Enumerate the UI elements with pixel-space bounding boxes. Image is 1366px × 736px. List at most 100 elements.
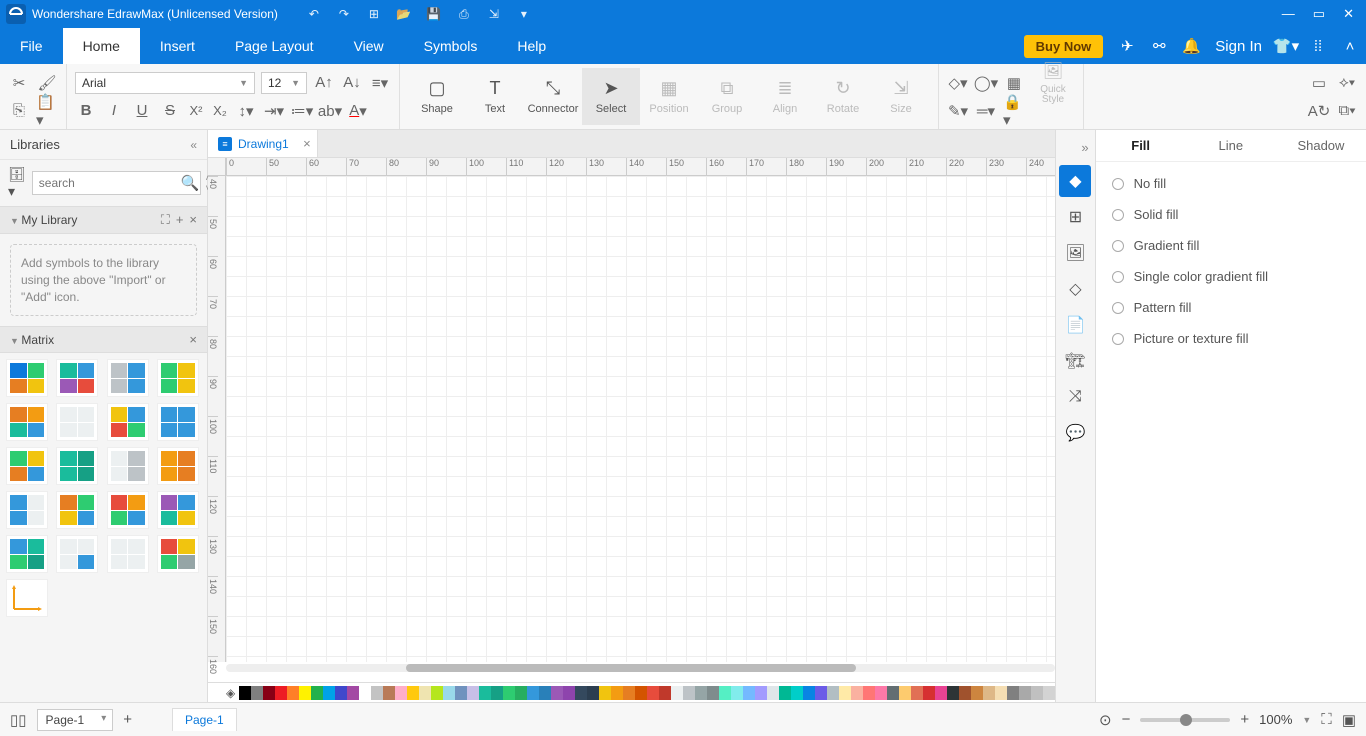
outline-view-icon[interactable]: ▯▯ (10, 711, 27, 729)
color-swatch[interactable] (971, 686, 983, 700)
font-color-icon[interactable]: A▾ (347, 100, 369, 122)
color-swatch[interactable] (527, 686, 539, 700)
add-icon[interactable]: + (176, 212, 184, 228)
color-swatch[interactable] (467, 686, 479, 700)
shape-thumbnail[interactable] (107, 359, 149, 397)
theme-icon[interactable]: ▦ (1003, 72, 1025, 94)
zoom-in-icon[interactable]: + (1240, 711, 1249, 728)
share-icon[interactable]: ⚯ (1143, 28, 1175, 64)
color-swatch[interactable] (659, 686, 671, 700)
color-swatch[interactable] (431, 686, 443, 700)
color-swatch[interactable] (647, 686, 659, 700)
matrix-section[interactable]: ▼ Matrix × (0, 326, 207, 353)
user-icon[interactable]: 👕▾ (1270, 28, 1302, 64)
color-swatch[interactable] (623, 686, 635, 700)
layer-icon[interactable]: ⧉▾ (1336, 100, 1358, 122)
color-swatch[interactable] (455, 686, 467, 700)
fill-option-solid-fill[interactable]: Solid fill (1112, 207, 1350, 222)
color-swatch[interactable] (911, 686, 923, 700)
collapse-sidebar-icon[interactable]: « (190, 138, 197, 152)
color-swatch[interactable] (899, 686, 911, 700)
menu-tab-file[interactable]: File (0, 28, 63, 64)
shape-thumbnail[interactable] (6, 579, 48, 617)
color-swatch[interactable] (851, 686, 863, 700)
horizontal-scrollbar[interactable] (226, 664, 1055, 672)
color-swatch[interactable] (767, 686, 779, 700)
color-swatch[interactable] (239, 686, 251, 700)
color-swatch[interactable] (671, 686, 683, 700)
qat-more-icon[interactable]: ▾ (516, 6, 532, 22)
color-swatch[interactable] (935, 686, 947, 700)
align-menu-icon[interactable]: ≡▾ (369, 72, 391, 94)
color-swatch[interactable] (611, 686, 623, 700)
shape-thumbnail[interactable] (56, 403, 98, 441)
page-tool-icon[interactable]: 📄 (1059, 309, 1091, 341)
color-swatch[interactable] (683, 686, 695, 700)
italic-icon[interactable]: I (103, 100, 125, 122)
font-size-select[interactable]: 12▼ (261, 72, 307, 94)
color-swatch[interactable] (719, 686, 731, 700)
print-icon[interactable]: ⎙ (456, 6, 472, 22)
format-tab-fill[interactable]: Fill (1096, 130, 1186, 161)
color-swatch[interactable] (1043, 686, 1055, 700)
shape-thumbnail[interactable] (157, 403, 199, 441)
collapse-ribbon-icon[interactable]: ˄ (1334, 28, 1366, 64)
strikethrough-icon[interactable]: S (159, 100, 181, 122)
layout-tool-icon[interactable]: ⊞ (1059, 201, 1091, 233)
layers-tool-icon[interactable]: ◇ (1059, 273, 1091, 305)
lock-icon[interactable]: 🔒▾ (1003, 100, 1025, 122)
font-family-select[interactable]: Arial▼ (75, 72, 255, 94)
shape-thumbnail[interactable] (6, 447, 48, 485)
fill-color-icon[interactable]: ◇▾ (947, 72, 969, 94)
new-icon[interactable]: ⊞ (366, 6, 382, 22)
page-select[interactable]: Page-1 (37, 709, 114, 731)
shape-thumbnail[interactable] (56, 447, 98, 485)
color-swatch[interactable] (779, 686, 791, 700)
color-swatch[interactable] (863, 686, 875, 700)
format-painter-icon[interactable]: 🖌 (36, 72, 58, 94)
menu-tab-home[interactable]: Home (63, 28, 140, 64)
shape-thumbnail[interactable] (157, 359, 199, 397)
menu-tab-insert[interactable]: Insert (140, 28, 215, 64)
effects-icon[interactable]: ◯▾ (975, 72, 997, 94)
fill-tool-icon[interactable]: ◆ (1059, 165, 1091, 197)
shape-thumbnail[interactable] (107, 491, 149, 529)
color-swatch[interactable] (299, 686, 311, 700)
indent-icon[interactable]: ⇥▾ (263, 100, 285, 122)
color-swatch[interactable] (587, 686, 599, 700)
shape-thumbnail[interactable] (157, 535, 199, 573)
shape-thumbnail[interactable] (6, 535, 48, 573)
import-icon[interactable]: ⛶ (161, 212, 170, 228)
color-swatch[interactable] (479, 686, 491, 700)
color-swatch[interactable] (443, 686, 455, 700)
color-swatch[interactable] (263, 686, 275, 700)
color-swatch[interactable] (395, 686, 407, 700)
color-swatch[interactable] (1007, 686, 1019, 700)
notification-icon[interactable]: 🔔 (1175, 28, 1207, 64)
color-swatch[interactable] (1019, 686, 1031, 700)
bullets-icon[interactable]: ≔▾ (291, 100, 313, 122)
color-swatch[interactable] (539, 686, 551, 700)
color-swatch[interactable] (743, 686, 755, 700)
apps-icon[interactable]: ⁞⁞ (1302, 28, 1334, 64)
bold-icon[interactable]: B (75, 100, 97, 122)
color-swatch[interactable] (791, 686, 803, 700)
color-swatch[interactable] (419, 686, 431, 700)
format-tab-shadow[interactable]: Shadow (1276, 130, 1366, 161)
color-swatch[interactable] (947, 686, 959, 700)
close-matrix-icon[interactable]: × (189, 332, 197, 347)
line-color-icon[interactable]: ✎▾ (947, 100, 969, 122)
menu-tab-page-layout[interactable]: Page Layout (215, 28, 334, 64)
copy-icon[interactable]: ⎘ (8, 100, 30, 122)
color-swatch[interactable] (707, 686, 719, 700)
zoom-out-icon[interactable]: − (1122, 711, 1131, 728)
open-icon[interactable]: 📂 (396, 6, 412, 22)
color-swatch[interactable] (575, 686, 587, 700)
color-swatch[interactable] (359, 686, 371, 700)
buy-now-button[interactable]: Buy Now (1024, 35, 1104, 58)
subscript-icon[interactable]: X₂ (211, 102, 229, 120)
fill-option-single-color-gradient-fill[interactable]: Single color gradient fill (1112, 269, 1350, 284)
expand-panel-icon[interactable]: » (1081, 140, 1088, 155)
drawing-canvas[interactable]: 0506070809010011012013014015016017018019… (208, 158, 1055, 682)
color-swatch[interactable] (875, 686, 887, 700)
